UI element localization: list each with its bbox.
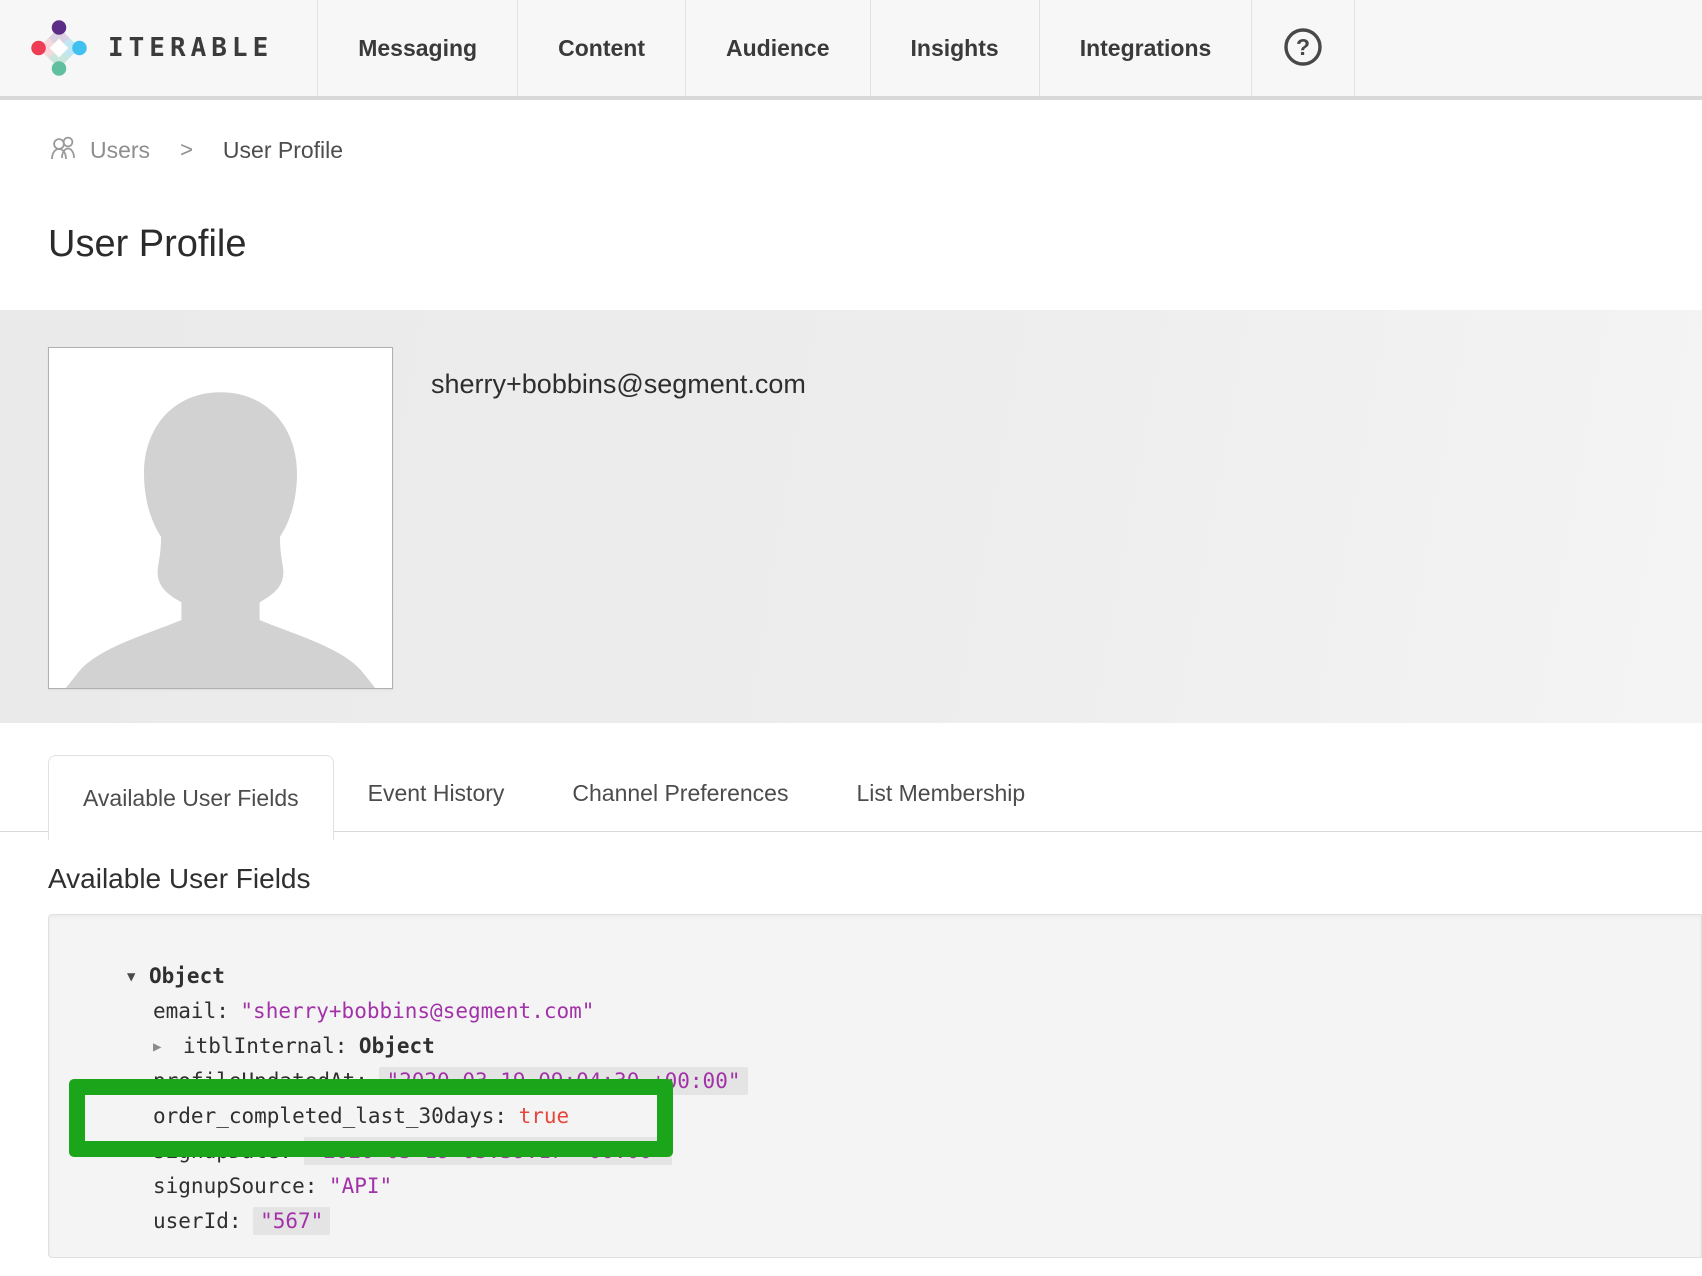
field-key: userId:	[153, 1209, 242, 1233]
iterable-home-link[interactable]: ITERABLE	[0, 0, 317, 96]
tab-list-membership[interactable]: List Membership	[822, 755, 1059, 832]
profile-email: sherry+bobbins@segment.com	[431, 369, 806, 400]
tab-event-history[interactable]: Event History	[334, 755, 539, 832]
profile-summary: sherry+bobbins@segment.com	[0, 310, 1702, 723]
nav-item-content[interactable]: Content	[517, 0, 685, 96]
breadcrumb-users-label: Users	[90, 137, 150, 164]
field-key: profileUpdatedAt:	[153, 1069, 368, 1093]
page-title: User Profile	[48, 222, 1702, 266]
brand-wordmark: ITERABLE	[108, 33, 273, 63]
root-object-label: Object	[149, 964, 225, 988]
section-heading: Available User Fields	[48, 864, 1702, 894]
breadcrumb: Users > User Profile	[48, 136, 1702, 164]
breadcrumb-current: User Profile	[223, 137, 343, 164]
user-fields-tree: ▼Object email:"sherry+bobbins@segment.co…	[48, 914, 1702, 1258]
field-key: order_completed_last_30days:	[153, 1104, 507, 1128]
nav-item-insights[interactable]: Insights	[870, 0, 1039, 96]
help-button[interactable]: ?	[1251, 0, 1355, 96]
field-value: true	[519, 1104, 570, 1128]
field-row-signupdate: signupDate: "2020-03-19 03:39:17 +00:00"	[49, 1134, 1701, 1169]
breadcrumb-separator: >	[180, 137, 193, 163]
profile-tabs: Available User FieldsEvent HistoryChanne…	[0, 755, 1702, 832]
field-row-order-completed-last-30days: order_completed_last_30days: true	[49, 1099, 1701, 1134]
field-value: "2020-03-19 03:39:17 +00:00"	[304, 1137, 672, 1165]
top-navigation: ITERABLE MessagingContentAudienceInsight…	[0, 0, 1702, 100]
expand-arrow-icon[interactable]: ▶	[153, 1030, 183, 1065]
avatar	[48, 347, 393, 689]
primary-nav: MessagingContentAudienceInsightsIntegrat…	[317, 0, 1251, 96]
field-row-signupsource: signupSource: "API"	[49, 1169, 1701, 1204]
person-silhouette-icon	[49, 348, 392, 688]
field-key: signupSource:	[153, 1174, 317, 1198]
nav-item-audience[interactable]: Audience	[685, 0, 870, 96]
tab-content: Available User Fields ▼Object email:"she…	[0, 864, 1702, 1258]
svg-text:?: ?	[1296, 34, 1310, 60]
field-row-itblinternal: ▶itblInternal: Object	[49, 1029, 1701, 1064]
field-row-profileupdatedat: profileUpdatedAt: "2020-03-19 09:04:30 +0…	[49, 1064, 1701, 1099]
nav-item-integrations[interactable]: Integrations	[1039, 0, 1252, 96]
users-icon	[48, 134, 80, 166]
field-key: itblInternal:	[183, 1034, 347, 1058]
breadcrumb-users-link[interactable]: Users	[48, 134, 150, 166]
fields-tree-rows: email: "sherry+bobbins@segment.com" ▶itblI…	[49, 994, 1701, 1239]
field-value: "sherry+bobbins@segment.com"	[240, 999, 594, 1023]
collapse-arrow-icon[interactable]: ▼	[127, 960, 149, 995]
field-row-root-object: ▼Object	[49, 959, 1701, 994]
field-key: signupDate:	[153, 1139, 292, 1163]
question-mark-circle-icon: ?	[1281, 25, 1325, 72]
field-value: Object	[359, 1034, 435, 1058]
nav-item-messaging[interactable]: Messaging	[317, 0, 517, 96]
field-key: email:	[153, 999, 229, 1023]
field-value: "567"	[253, 1207, 330, 1235]
field-value: "2020-03-19 09:04:30 +00:00"	[379, 1067, 747, 1095]
field-row-userid: userId: "567"	[49, 1204, 1701, 1239]
tab-available-user-fields[interactable]: Available User Fields	[48, 755, 334, 840]
tab-channel-preferences[interactable]: Channel Preferences	[538, 755, 822, 832]
iterable-logo-icon	[26, 15, 92, 81]
field-value: "API"	[329, 1174, 392, 1198]
field-row-email: email: "sherry+bobbins@segment.com"	[49, 994, 1701, 1029]
